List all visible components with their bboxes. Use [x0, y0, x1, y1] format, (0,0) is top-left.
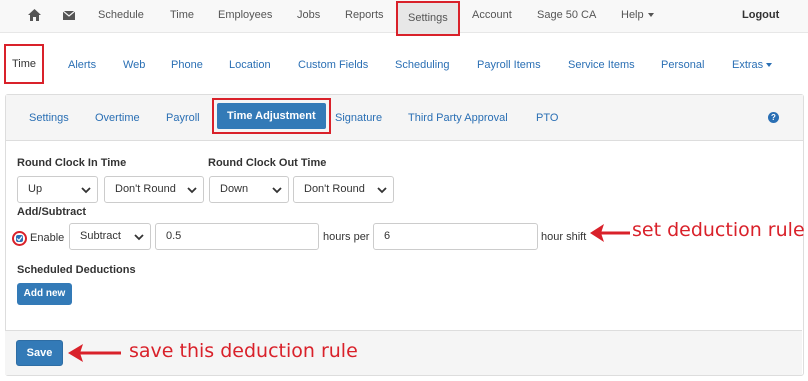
enable-label: Enable [30, 232, 65, 244]
ptab-third-party-approval[interactable]: Third Party Approval [408, 95, 508, 141]
nav-employees[interactable]: Employees [218, 0, 272, 33]
tab-alerts[interactable]: Alerts [68, 44, 96, 84]
tab-payroll-items[interactable]: Payroll Items [477, 44, 541, 84]
tab-location[interactable]: Location [229, 44, 271, 84]
chevron-down-icon [187, 187, 197, 194]
envelope-icon[interactable] [63, 11, 75, 21]
nav-reports[interactable]: Reports [345, 0, 384, 33]
round-out-mode-value: Don't Round [304, 183, 365, 195]
round-out-mode-select[interactable]: Don't Round [293, 176, 394, 203]
hours-per-label: hours per [323, 231, 370, 243]
nav-help[interactable]: Help [621, 0, 654, 33]
add-subtract-label: Add/Subtract [17, 206, 87, 218]
round-in-mode-select[interactable]: Don't Round [104, 176, 204, 203]
ptab-pto[interactable]: PTO [536, 95, 558, 141]
enable-checkbox[interactable] [16, 235, 23, 242]
nav-account[interactable]: Account [472, 0, 512, 33]
operation-select[interactable]: Subtract [69, 223, 151, 250]
logout-link[interactable]: Logout [742, 0, 779, 33]
shift-input[interactable]: 6 [373, 223, 538, 250]
nav-sage[interactable]: Sage 50 CA [537, 0, 596, 33]
left-arrow-icon [590, 224, 630, 242]
panel-footer: Save [5, 330, 802, 375]
tab-phone[interactable]: Phone [171, 44, 203, 84]
ptab-time-adjustment-highlight: Time Adjustment [212, 98, 331, 134]
save-button[interactable]: Save [16, 340, 63, 366]
round-in-direction-select[interactable]: Up [17, 176, 98, 203]
chevron-down-icon [647, 13, 654, 18]
panel-tabs: Settings Overtime Payroll Time Adjustmen… [6, 95, 803, 141]
home-icon[interactable] [28, 9, 41, 23]
nav-settings[interactable]: Settings [396, 1, 460, 36]
add-new-button[interactable]: Add new [17, 283, 72, 305]
operation-value: Subtract [80, 230, 121, 242]
chevron-down-icon [377, 187, 387, 194]
chevron-down-icon [272, 187, 282, 194]
nav-time[interactable]: Time [170, 0, 194, 33]
tab-extras[interactable]: Extras [732, 44, 773, 84]
round-in-direction-value: Up [28, 183, 43, 195]
scheduled-deductions-label: Scheduled Deductions [17, 264, 136, 276]
tab-scheduling[interactable]: Scheduling [395, 44, 449, 84]
tab-personal[interactable]: Personal [661, 44, 704, 84]
round-out-direction-select[interactable]: Down [209, 176, 289, 203]
chevron-down-icon [766, 63, 773, 68]
round-in-mode-value: Don't Round [115, 183, 176, 195]
tab-web[interactable]: Web [123, 44, 145, 84]
nav-jobs[interactable]: Jobs [297, 0, 320, 33]
tab-extras-label: Extras [732, 59, 764, 71]
nav-help-label: Help [621, 9, 644, 21]
hour-shift-label: hour shift [541, 231, 587, 243]
top-navbar: Schedule Time Employees Jobs Reports Set… [0, 0, 808, 36]
annotation-set-rule: set deduction rule [632, 219, 805, 241]
hours-input[interactable]: 0.5 [155, 223, 319, 250]
check-icon [16, 236, 23, 242]
settings-tabs: Time Alerts Web Phone Location Custom Fi… [0, 44, 808, 84]
chevron-down-icon [134, 234, 144, 241]
ptab-payroll[interactable]: Payroll [166, 95, 200, 141]
left-arrow-icon [68, 344, 121, 362]
tab-service-items[interactable]: Service Items [568, 44, 635, 84]
round-out-label: Round Clock Out Time [208, 157, 327, 169]
ptab-settings[interactable]: Settings [29, 95, 69, 141]
question-circle-icon[interactable]: ? [768, 112, 779, 123]
tab-custom-fields[interactable]: Custom Fields [298, 44, 368, 84]
chevron-down-icon [81, 187, 91, 194]
ptab-signature[interactable]: Signature [335, 95, 382, 141]
round-out-direction-value: Down [220, 183, 249, 195]
ptab-time-adjustment[interactable]: Time Adjustment [217, 103, 326, 129]
enable-checkbox-highlight [12, 231, 27, 246]
tab-time[interactable]: Time [4, 44, 45, 84]
round-in-label: Round Clock In Time [17, 157, 127, 169]
annotation-save-rule: save this deduction rule [129, 340, 358, 362]
nav-schedule[interactable]: Schedule [98, 0, 144, 33]
ptab-overtime[interactable]: Overtime [95, 95, 140, 141]
